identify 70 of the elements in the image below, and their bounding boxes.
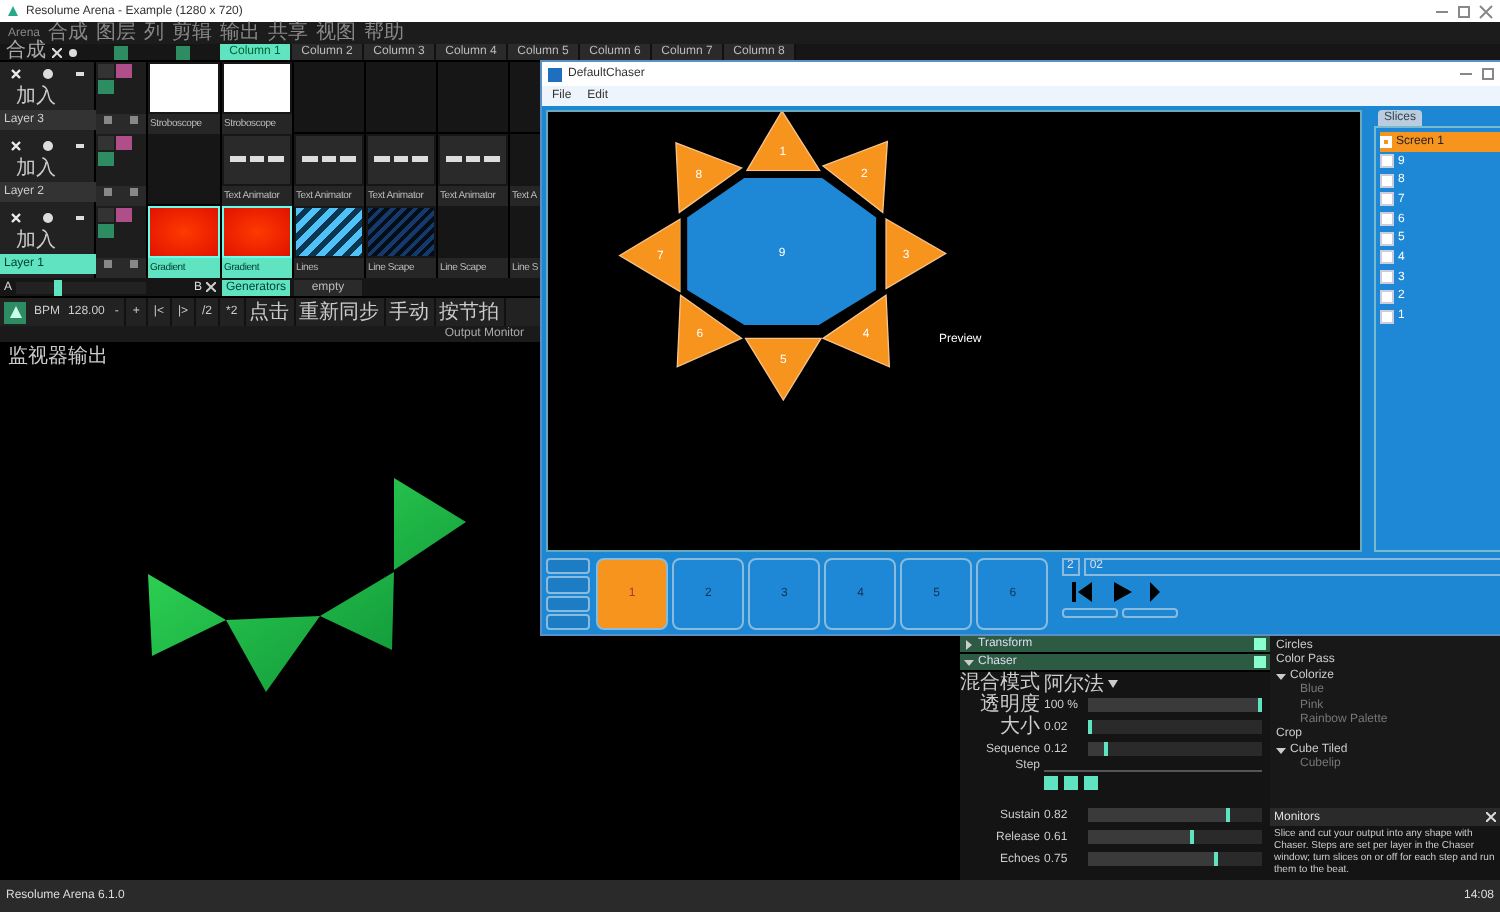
layer-thumbnail[interactable]: [150, 64, 218, 112]
caret-icon: [1108, 679, 1118, 687]
menu-item[interactable]: 帮助: [364, 22, 405, 44]
param-slider[interactable]: [1088, 830, 1262, 844]
param-slider[interactable]: [1088, 720, 1262, 734]
menu-item[interactable]: 列: [144, 22, 165, 44]
crossfader-track[interactable]: [16, 281, 146, 293]
menu-item[interactable]: 视图: [316, 22, 357, 44]
param-label: 大小: [998, 716, 1040, 738]
crossfader-b-icon[interactable]: [127, 114, 140, 126]
clip-thumbnail[interactable]: [368, 136, 434, 184]
maximize-icon[interactable]: [1480, 66, 1496, 82]
toggle-icon[interactable]: [98, 80, 114, 94]
param-label: 混合模式: [960, 672, 1040, 694]
blend-dropdown[interactable]: 加入: [0, 230, 96, 254]
screen-icon: [1380, 135, 1392, 148]
crossfader-a-icon[interactable]: [102, 186, 115, 198]
play-icon[interactable]: [1109, 580, 1133, 604]
app-icon: [548, 67, 562, 81]
param-slider[interactable]: [1088, 698, 1262, 712]
metronome-icon[interactable]: [4, 301, 26, 323]
checkbox[interactable]: [1380, 270, 1394, 285]
param-label: 透明度: [978, 694, 1040, 716]
clip-thumbnail[interactable]: [224, 136, 290, 184]
clip-thumbnail[interactable]: [440, 136, 506, 184]
menu-item[interactable]: 共享: [268, 22, 309, 44]
checkbox[interactable]: [1380, 231, 1394, 246]
clip-thumbnail[interactable]: [368, 208, 434, 256]
checkbox[interactable]: [1380, 309, 1394, 324]
composition-label: 合成: [6, 44, 46, 60]
clip-thumbnail[interactable]: [296, 136, 362, 184]
expand-arrow-icon[interactable]: [964, 657, 974, 667]
toggle-icon[interactable]: [98, 152, 114, 166]
menu-item[interactable]: 合成: [48, 22, 89, 44]
checkbox[interactable]: [1380, 154, 1394, 169]
checkbox[interactable]: [1380, 289, 1394, 304]
square-icon[interactable]: [114, 45, 128, 59]
clip-thumbnail[interactable]: [224, 64, 290, 112]
close-icon[interactable]: [206, 282, 216, 292]
maximize-icon[interactable]: [1456, 3, 1472, 19]
crossfader-b-icon[interactable]: [127, 186, 140, 198]
preview-label: 监视器输出: [8, 346, 108, 368]
blend-mode-dropdown[interactable]: 阿尔法: [1044, 669, 1118, 697]
expand-arrow-icon[interactable]: [964, 639, 974, 649]
expand-arrow-icon[interactable]: [1276, 672, 1286, 683]
menu-item[interactable]: 图层: [96, 22, 137, 44]
blend-dropdown[interactable]: 加入: [0, 158, 96, 182]
layer-thumbnail[interactable]: [150, 208, 218, 256]
crossfader-a-icon[interactable]: [102, 258, 115, 270]
param-slider[interactable]: [1088, 852, 1262, 866]
crossfader-b-icon[interactable]: [127, 258, 140, 270]
crossfader-handle[interactable]: [54, 279, 63, 295]
checkbox[interactable]: [1380, 173, 1394, 188]
clip-thumbnail[interactable]: [224, 208, 290, 256]
menu-item[interactable]: 剪辑: [172, 22, 213, 44]
previous-icon[interactable]: [1069, 580, 1093, 604]
next-icon[interactable]: [1149, 580, 1161, 604]
expand-arrow-icon[interactable]: [1276, 746, 1286, 757]
app-logo-icon: [6, 4, 20, 18]
square-icon[interactable]: [176, 45, 190, 59]
clip-thumbnail[interactable]: [296, 208, 362, 256]
toggle-icon[interactable]: [98, 224, 114, 238]
checkbox[interactable]: [1380, 250, 1394, 265]
checkbox[interactable]: [1380, 212, 1394, 227]
param-slider[interactable]: [1088, 808, 1262, 822]
blend-dropdown[interactable]: 加入: [0, 86, 96, 110]
menu-item[interactable]: 输出: [220, 22, 261, 44]
checkbox[interactable]: [1380, 192, 1394, 207]
param-slider[interactable]: [1088, 742, 1262, 756]
crossfader-a-icon[interactable]: [102, 114, 115, 126]
